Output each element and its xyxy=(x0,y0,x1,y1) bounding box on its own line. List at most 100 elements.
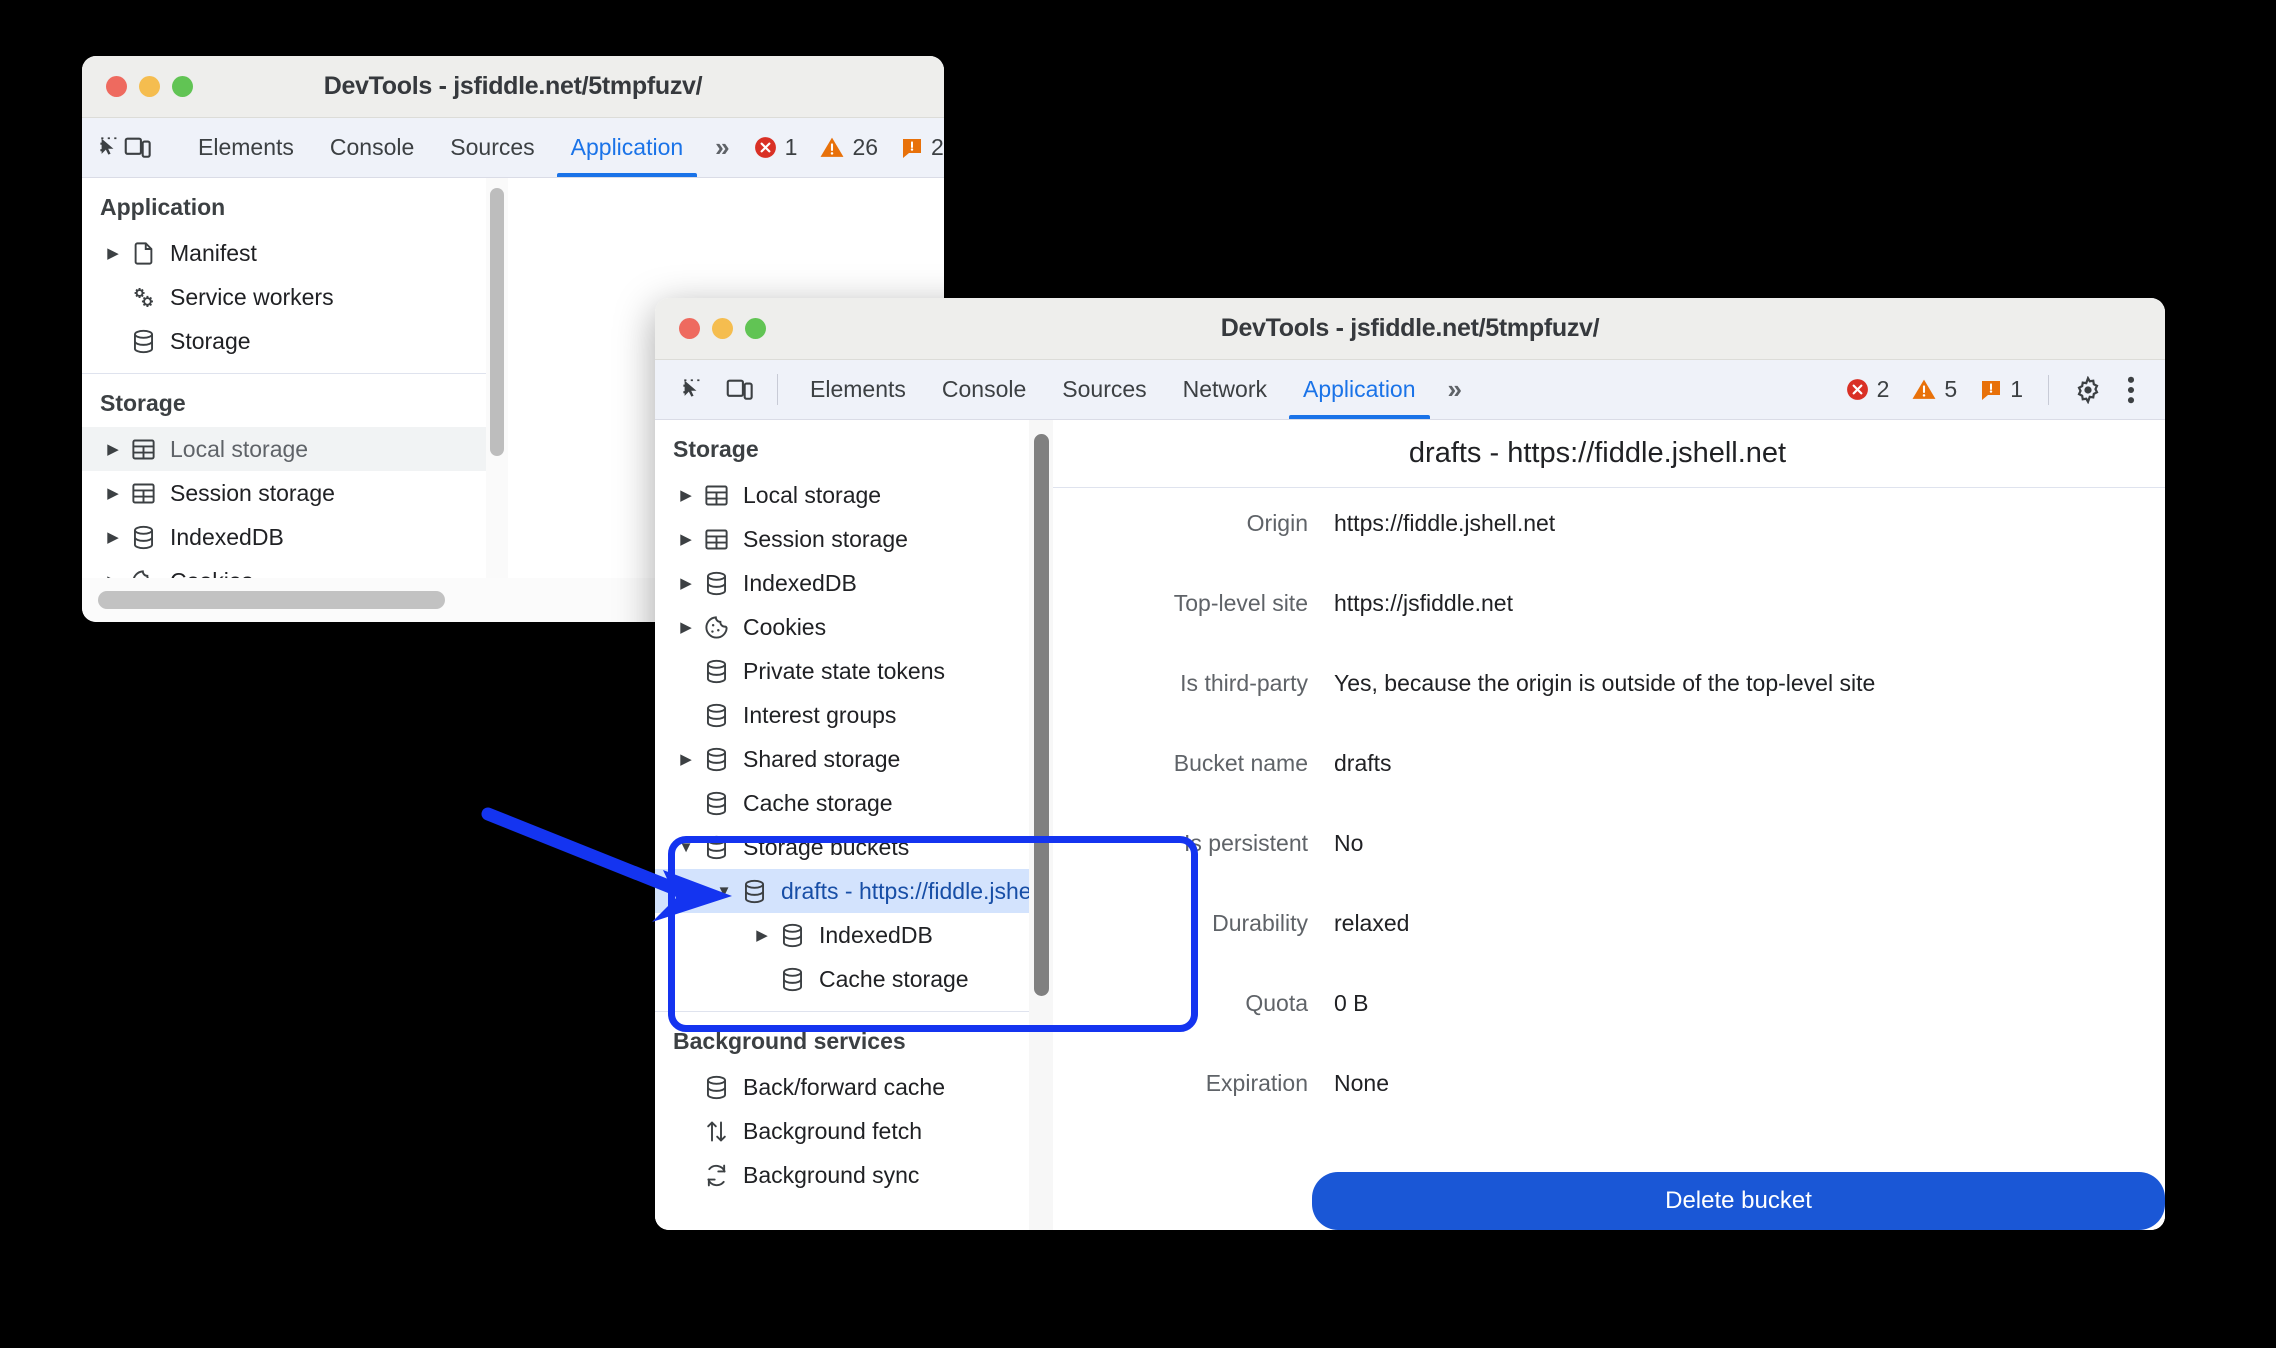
chevron-right-icon[interactable]: ▶ xyxy=(100,244,126,262)
chevron-down-icon[interactable]: ▼ xyxy=(673,839,699,856)
zoom-button-icon[interactable] xyxy=(172,76,193,97)
more-tabs-icon-front[interactable]: » xyxy=(1434,360,1476,419)
sidebar-item-label: Shared storage xyxy=(743,745,901,772)
traffic-lights-front[interactable] xyxy=(679,318,766,339)
tab-console-front[interactable]: Console xyxy=(924,360,1044,419)
chevron-right-icon[interactable]: ▶ xyxy=(749,926,775,944)
detail-value: https://jsfiddle.net xyxy=(1334,590,1513,616)
minimize-button-icon[interactable] xyxy=(139,76,160,97)
delete-bucket-button[interactable]: Delete bucket xyxy=(1312,1172,2165,1230)
issue-counter-back[interactable]: 21 xyxy=(891,134,944,161)
chevron-right-icon[interactable]: ▶ xyxy=(100,572,126,578)
sidebar-item-service-workers[interactable]: Service workers xyxy=(82,275,486,319)
sidebar-section-title-storage: Storage xyxy=(673,436,759,462)
kebab-menu-icon-front[interactable] xyxy=(2115,376,2147,404)
window-titlebar-back[interactable]: DevTools - jsfiddle.net/5tmpfuzv/ xyxy=(82,56,944,118)
tab-application-front[interactable]: Application xyxy=(1285,360,1434,419)
devtools-tabbar-back[interactable]: Elements Console Sources Application » 1 xyxy=(82,118,944,178)
application-sidebar-back[interactable]: Application ▶ Manifest Service workers Stora… xyxy=(82,178,486,578)
sidebar-item-cookies[interactable]: ▶ Cookies xyxy=(82,559,486,578)
close-button-icon-front[interactable] xyxy=(679,318,700,339)
horizontal-scroll-thumb-back[interactable] xyxy=(98,591,445,609)
minimize-button-icon-front[interactable] xyxy=(712,318,733,339)
sidebar-section-title-background-services: Background services xyxy=(673,1028,906,1054)
devtools-tabbar-front[interactable]: Elements Console Sources Network Applica… xyxy=(655,360,2165,420)
database-icon xyxy=(737,878,771,905)
detail-value: Yes, because the origin is outside of th… xyxy=(1334,670,1876,696)
inspect-element-icon[interactable] xyxy=(98,118,124,177)
sidebar-item-cache-storage[interactable]: Cache storage xyxy=(655,957,1029,1001)
device-toolbar-icon-front[interactable] xyxy=(717,360,763,419)
sidebar-item-local-storage[interactable]: ▶ Local storage xyxy=(655,473,1029,517)
chevron-right-icon[interactable]: ▶ xyxy=(673,750,699,768)
chevron-right-icon[interactable]: ▶ xyxy=(673,486,699,504)
detail-key: Is persistent xyxy=(1184,830,1308,856)
toolbar-right-front[interactable]: 2 5 1 xyxy=(1836,360,2165,419)
traffic-lights-back[interactable] xyxy=(106,76,193,97)
error-counter-front[interactable]: 2 xyxy=(1836,376,1899,403)
sidebar-item-interest-groups[interactable]: Interest groups xyxy=(655,693,1029,737)
issue-icon xyxy=(903,138,922,158)
sidebar-scroll-thumb-front[interactable] xyxy=(1034,434,1049,996)
tab-network-front[interactable]: Network xyxy=(1165,360,1285,419)
database-icon xyxy=(699,790,733,817)
close-button-icon[interactable] xyxy=(106,76,127,97)
detail-key: Origin xyxy=(1246,510,1308,536)
error-icon-front xyxy=(1846,379,1868,400)
tab-application-back[interactable]: Application xyxy=(553,118,702,177)
sidebar-item-back-forward-cache[interactable]: Back/forward cache xyxy=(655,1065,1029,1109)
chevron-down-icon[interactable]: ▼ xyxy=(711,883,737,900)
sidebar-item-storage[interactable]: Storage xyxy=(82,319,486,363)
chevron-right-icon[interactable]: ▶ xyxy=(673,618,699,636)
window-titlebar-front[interactable]: DevTools - jsfiddle.net/5tmpfuzv/ xyxy=(655,298,2165,360)
sidebar-item-manifest[interactable]: ▶ Manifest xyxy=(82,231,486,275)
device-toolbar-icon[interactable] xyxy=(124,118,152,177)
sidebar-item-indexeddb[interactable]: ▶ IndexedDB xyxy=(82,515,486,559)
sidebar-item-indexeddb[interactable]: ▶ IndexedDB xyxy=(655,561,1029,605)
sidebar-item-indexeddb[interactable]: ▶ IndexedDB xyxy=(655,913,1029,957)
tab-sources-front[interactable]: Sources xyxy=(1044,360,1164,419)
sidebar-item-background-sync[interactable]: Background sync xyxy=(655,1153,1029,1197)
chevron-right-icon[interactable]: ▶ xyxy=(100,440,126,458)
tab-elements-front[interactable]: Elements xyxy=(792,360,924,419)
detail-row: Bucket name drafts xyxy=(1030,750,2165,830)
warning-counter-back[interactable]: 26 xyxy=(810,134,887,161)
sidebar-item-cookies[interactable]: ▶ Cookies xyxy=(655,605,1029,649)
more-tabs-icon-back[interactable]: » xyxy=(701,118,743,177)
database-icon xyxy=(699,746,733,773)
sidebar-item-session-storage[interactable]: ▶ Session storage xyxy=(82,471,486,515)
document-icon xyxy=(126,240,160,267)
tab-console-back[interactable]: Console xyxy=(312,118,432,177)
sidebar-item-drafts-https-fiddle-jshell-net[interactable]: ▼ drafts - https://fiddle.jshell.net xyxy=(655,869,1029,913)
chevron-right-icon[interactable]: ▶ xyxy=(100,484,126,502)
window-title-back: DevTools - jsfiddle.net/5tmpfuzv/ xyxy=(323,72,703,100)
devtools-window-front[interactable]: DevTools - jsfiddle.net/5tmpfuzv/ Elemen… xyxy=(655,298,2165,1230)
zoom-button-icon-front[interactable] xyxy=(745,318,766,339)
sidebar-item-local-storage[interactable]: ▶ Local storage xyxy=(82,427,486,471)
sidebar-item-cache-storage[interactable]: Cache storage xyxy=(655,781,1029,825)
gear-icon-front[interactable] xyxy=(2065,375,2111,404)
chevron-right-icon[interactable]: ▶ xyxy=(673,530,699,548)
application-sidebar-front[interactable]: Storage ▶ Local storage ▶ Session storage ▶ In… xyxy=(655,420,1029,1230)
chevron-right-icon[interactable]: ▶ xyxy=(673,574,699,592)
sync-icon xyxy=(699,1162,733,1189)
database-icon xyxy=(699,658,733,685)
inspect-element-icon-front[interactable] xyxy=(671,360,717,419)
warning-counter-front[interactable]: 5 xyxy=(1902,376,1966,403)
tab-elements-back[interactable]: Elements xyxy=(180,118,312,177)
error-counter-back[interactable]: 1 xyxy=(744,134,807,161)
sidebar-section-title-application: Application xyxy=(100,194,226,220)
sidebar-scrollbar-front[interactable] xyxy=(1029,420,1053,1230)
sidebar-item-private-state-tokens[interactable]: Private state tokens xyxy=(655,649,1029,693)
toolbar-right-back[interactable]: 1 26 21 xyxy=(744,118,944,177)
issue-counter-front[interactable]: 1 xyxy=(1970,376,2032,403)
sidebar-scrollbar-back[interactable] xyxy=(486,178,508,578)
sidebar-item-session-storage[interactable]: ▶ Session storage xyxy=(655,517,1029,561)
sidebar-item-background-fetch[interactable]: Background fetch xyxy=(655,1109,1029,1153)
sidebar-scroll-thumb-back[interactable] xyxy=(490,188,504,456)
chevron-right-icon[interactable]: ▶ xyxy=(100,528,126,546)
gears-icon xyxy=(126,284,160,311)
sidebar-item-storage-buckets[interactable]: ▼ Storage buckets xyxy=(655,825,1029,869)
tab-sources-back[interactable]: Sources xyxy=(432,118,552,177)
sidebar-item-shared-storage[interactable]: ▶ Shared storage xyxy=(655,737,1029,781)
